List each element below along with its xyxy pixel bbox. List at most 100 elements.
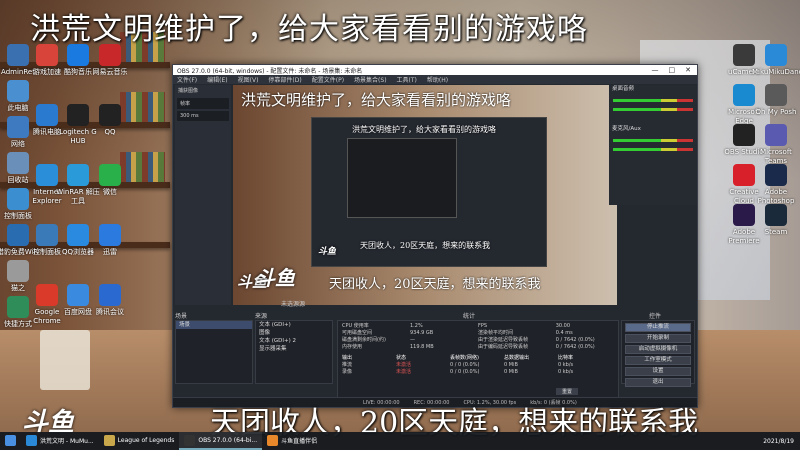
title-bar[interactable]: OBS 27.0.0 (64-bit, windows) - 配置文件: 未命名… <box>173 65 697 75</box>
maximize-button[interactable]: □ <box>669 66 676 74</box>
stats-cell: 内存使用 <box>342 344 363 350</box>
taskbar-items: 洪荒文明 - MuMu... League of Legends OBS 27.0.… <box>21 432 322 450</box>
studio-mode-button[interactable]: 工作室模式 <box>625 356 691 365</box>
stats-header-cell: 状态 <box>396 355 407 361</box>
stats-row: 磁盘满剩余时间(约) — 由于渲染延迟导致丢帧 0 / 7642 (0.0%) <box>342 337 614 344</box>
stats-cell: 1.2% <box>410 323 423 329</box>
stats-row: 可用磁盘空间 934.9 GB 渲染帧平均时间 0.4 ms <box>342 330 614 337</box>
virtual-camera-button[interactable]: 启动虚拟摄像机 <box>625 345 691 354</box>
close-button[interactable]: ✕ <box>685 66 691 74</box>
stats-cell: 0 / 7642 (0.0%) <box>555 344 595 350</box>
desktop-shortcut[interactable]: 网易云音乐 <box>86 44 134 77</box>
menu-tools[interactable]: 工具(T) <box>397 75 417 84</box>
douyu-logo-preview: 斗鱼 <box>255 266 295 290</box>
stats-cell: 可用磁盘空间 <box>342 330 373 336</box>
stats-cell: 119.8 MB <box>410 344 434 350</box>
shopping-bag <box>40 330 90 390</box>
stats-cell: CPU 使用率 <box>342 323 369 329</box>
panel-title: 捕获图像 <box>178 88 199 94</box>
audio-mixer: 桌面音频 麦克风/Aux <box>609 85 697 205</box>
framerate-value[interactable]: 300 ms <box>177 111 229 121</box>
desktop-shortcut[interactable]: Adobe Photoshop <box>752 164 800 206</box>
scene-item[interactable]: 场景 <box>176 321 252 329</box>
steam-icon <box>765 204 787 226</box>
desktop-shortcut[interactable]: Oh My Posh <box>752 84 800 117</box>
menu-scene-collection[interactable]: 场景集合(S) <box>354 75 387 84</box>
posh-icon <box>765 84 787 106</box>
start-recording-button[interactable]: 开始录制 <box>625 334 691 343</box>
source-item[interactable]: 文本 (GDI+) 2 <box>256 337 332 345</box>
stats-cell: 0.4 ms <box>555 330 573 336</box>
menu-profile[interactable]: 配置文件(P) <box>312 75 344 84</box>
output-row: 录像 未激活 0 / 0 (0.0%) 0 MiB 0 kb/s <box>342 369 614 376</box>
taskbar-app-label: 洪荒文明 - MuMu... <box>40 437 94 445</box>
source-item[interactable]: 显示器采集 <box>256 345 332 353</box>
stats-header-cell: 总数据输出 <box>504 355 530 361</box>
source-item[interactable]: 文本 (GDI+) <box>256 321 332 329</box>
mumu-icon <box>26 434 37 446</box>
stats-row: CPU 使用率 1.2% FPS 30.00 <box>342 323 614 330</box>
sources-dock-title: 来源 <box>255 313 268 320</box>
reset-button[interactable]: 重置 <box>555 388 578 395</box>
mmd-icon <box>765 44 787 66</box>
exit-button[interactable]: 退出 <box>625 378 691 387</box>
stats-rows: CPU 使用率 1.2% FPS 30.00 可用磁盘空间 934.9 GB 渲染帧平均时间… <box>342 323 614 351</box>
stats-dock-title: 统计 <box>463 313 476 320</box>
framerate-label[interactable]: 帧率 <box>177 98 229 109</box>
start-button[interactable] <box>0 432 21 450</box>
desktop: AdminRet 此电脑 网络 回收站 控制面板 猎豹免费WiFi 猫之 快捷方式 游戏加速腾… <box>0 0 800 450</box>
obs-window[interactable]: OBS 27.0.0 (64-bit, windows) - 配置文件: 未命名… <box>172 64 698 408</box>
meeting-icon <box>99 284 121 306</box>
nested-caption-top: 洪荒文明维护了，给大家看看别的游戏咯 <box>352 125 496 134</box>
stats-header-cell: 比特率 <box>558 355 574 361</box>
volume-meter <box>613 148 693 151</box>
desktop-shortcut-label: QQ <box>104 128 116 136</box>
nested-caption-bottom: 天团收人，20区天庭，想来的联系我 <box>360 241 491 250</box>
output-cell: 录像 <box>342 369 353 375</box>
taskbar-app-label: League of Legends <box>117 436 175 444</box>
desktop-shortcut-label: 网络 <box>11 140 25 148</box>
output-cell: 0 kb/s <box>558 362 574 368</box>
output-cell: 0 / 0 (0.0%) <box>450 369 480 375</box>
desktop-shortcut[interactable]: 微信 <box>86 164 134 197</box>
menu-docks[interactable]: 停靠部件(D) <box>268 75 301 84</box>
desktop-shortcut[interactable]: 迅雷 <box>86 224 134 257</box>
minimize-button[interactable]: — <box>652 66 659 74</box>
desktop-shortcut[interactable]: Microsoft Teams <box>752 124 800 166</box>
desktop-shortcut[interactable]: MikuMikuDance <box>752 44 800 77</box>
desktop-shortcut-label: Oh My Posh <box>755 108 797 116</box>
desktop-shortcut-label: Steam <box>764 228 788 236</box>
desktop-shortcut[interactable]: Steam <box>752 204 800 237</box>
desktop-shortcut-label: 微信 <box>103 188 117 196</box>
stats-cell: 磁盘满剩余时间(约) <box>342 337 386 343</box>
taskbar-app[interactable]: 洪荒文明 - MuMu... <box>21 432 99 450</box>
taskbar-app[interactable]: League of Legends <box>99 432 180 450</box>
taskbar-app[interactable]: OBS 27.0.0 (64-bi... <box>179 432 263 450</box>
sources-list: 文本 (GDI+) 图像 文本 (GDI+) 2 显示器采集 <box>255 320 333 384</box>
stats-row: 内存使用 119.8 MB 由于编码延迟导致丢帧 0 / 7642 (0.0%) <box>342 344 614 351</box>
menu-edit[interactable]: 编辑(E) <box>207 75 227 84</box>
desktop-shortcut-label: 网易云音乐 <box>92 68 128 76</box>
desktop-shortcut-label: MikuMikuDance <box>752 68 800 76</box>
menu-file[interactable]: 文件(F) <box>177 75 197 84</box>
source-status-label: 未选源源 <box>281 301 306 308</box>
stats-cell: — <box>410 337 415 343</box>
stats-cell: 934.9 GB <box>410 330 434 336</box>
menu-help[interactable]: 帮助(H) <box>427 75 448 84</box>
stats-header-cell: 输出 <box>342 355 353 361</box>
preview-caption-top: 洪荒文明维护了，给大家看看别的游戏咯 <box>241 91 512 109</box>
douyu-icon <box>267 434 279 446</box>
output-cell: 0 / 0 (0.0%) <box>450 362 480 368</box>
desktop-shortcut[interactable]: QQ <box>86 104 134 137</box>
stats-panel: CPU 使用率 1.2% FPS 30.00 可用磁盘空间 934.9 GB 渲染帧平均时间… <box>337 320 619 398</box>
taskbar-app-label: OBS 27.0.0 (64-bi... <box>198 436 258 444</box>
taskbar-app[interactable]: 斗鱼直播伴侣 <box>262 432 322 450</box>
stats-cell: 由于编码延迟导致丢帧 <box>478 344 529 350</box>
stop-streaming-button[interactable]: 停止推流 <box>625 323 691 332</box>
volume-meter <box>613 99 693 102</box>
desktop-shortcut[interactable]: 腾讯会议 <box>86 284 134 317</box>
settings-button[interactable]: 设置 <box>625 367 691 376</box>
source-item[interactable]: 图像 <box>256 329 332 337</box>
menu-view[interactable]: 视图(V) <box>238 75 259 84</box>
desktop-shortcut-label: 控制面板 <box>4 212 32 220</box>
